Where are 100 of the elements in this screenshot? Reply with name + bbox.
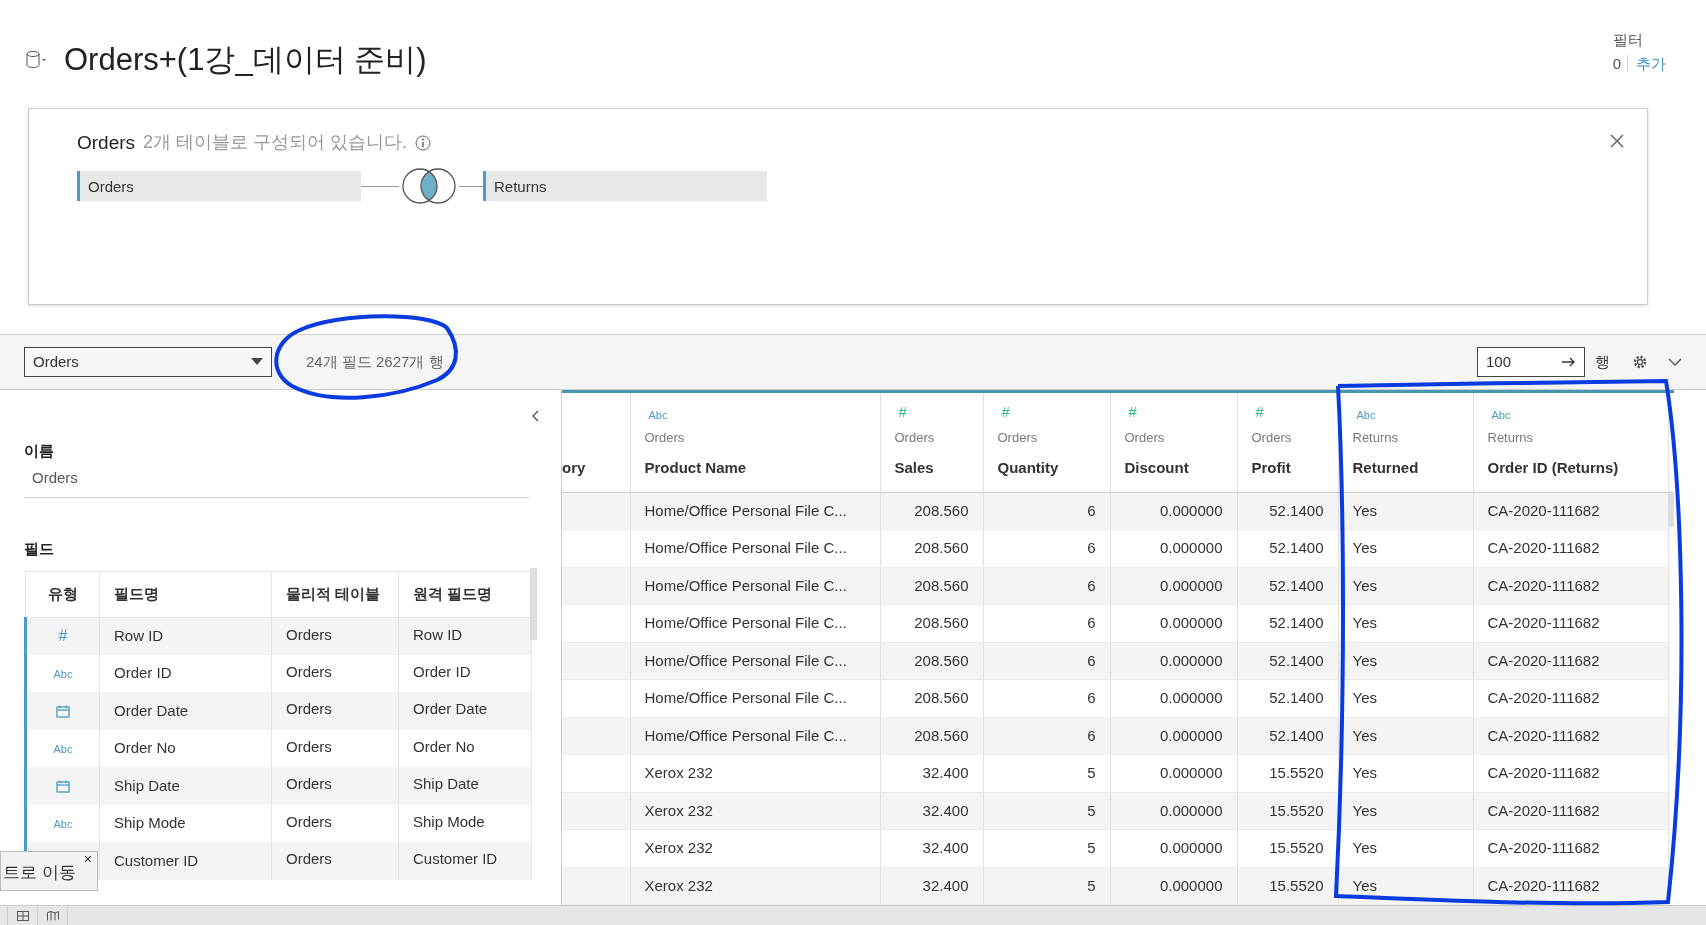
table-cell: Xerox 232 — [630, 829, 880, 868]
table-cell: Yes — [1338, 492, 1473, 530]
column-header[interactable]: 물리적 테이블 — [271, 571, 399, 618]
table-cell: CA-2020-111682 — [1473, 829, 1668, 868]
name-label: 이름 — [24, 441, 55, 462]
column-header[interactable]: ory — [562, 457, 630, 480]
table-cell: 15.5520 — [1237, 829, 1338, 868]
table-cell: 6 — [983, 567, 1110, 605]
source-label: Orders — [1124, 428, 1166, 447]
table-cell: Order Date — [99, 692, 272, 730]
table-cell: 6 — [983, 717, 1110, 755]
table-cell: CA-2020-111682 — [1473, 567, 1668, 605]
arrow-icon[interactable] — [1562, 357, 1576, 368]
table-cell: 32.400 — [880, 792, 983, 830]
table-cell: Yes — [1338, 679, 1473, 718]
add-filter-link[interactable]: 추가 — [1627, 55, 1666, 72]
close-icon[interactable] — [1609, 132, 1625, 149]
info-icon[interactable] — [415, 135, 432, 151]
table-cell: 52.1400 — [1237, 717, 1338, 755]
table-cell: Order Date — [398, 692, 532, 730]
table-cell: Yes — [1338, 717, 1473, 755]
table-cell: CA-2020-111682 — [1473, 792, 1668, 830]
table-cell: Xerox 232 — [630, 754, 880, 793]
column-header[interactable]: Order ID (Returns) — [1487, 457, 1654, 480]
chevron-icon[interactable] — [1668, 358, 1682, 367]
database-icon[interactable] — [26, 49, 48, 70]
column-header[interactable]: 유형 — [25, 571, 100, 618]
type-label: # — [1254, 402, 1264, 423]
column-header[interactable]: Profit — [1251, 457, 1324, 480]
table-cell: CA-2020-111682 — [1473, 717, 1668, 755]
table-cell: Home/Office Personal File C... — [630, 679, 880, 718]
table-cell: 0.000000 — [1110, 529, 1237, 568]
collapse-icon[interactable] — [531, 410, 539, 423]
field-row-count: 24개 필드 2627개 행 — [306, 351, 444, 372]
column-header[interactable]: Quantity — [997, 457, 1096, 480]
column-header[interactable]: 필드명 — [99, 571, 272, 618]
map-icon[interactable] — [46, 910, 59, 921]
table-cell: CA-2020-111682 — [1473, 604, 1668, 643]
table-cell: 15.5520 — [1237, 754, 1338, 793]
caret-icon — [251, 358, 263, 367]
type-label: # — [1127, 402, 1137, 423]
table-node[interactable]: Orders — [77, 171, 361, 202]
table-cell: 52.1400 — [1237, 529, 1338, 568]
table-cell: 32.400 — [880, 829, 983, 868]
table-cell: Row ID — [398, 617, 532, 655]
table-cell: 0.000000 — [1110, 642, 1237, 680]
table-cell: CA-2020-111682 — [1473, 642, 1668, 680]
table-cell: Home/Office Personal File C... — [630, 529, 880, 568]
join-icon[interactable] — [399, 167, 459, 206]
grid-icon[interactable] — [16, 910, 29, 921]
table-cell: 0.000000 — [1110, 867, 1237, 905]
column-header[interactable]: Sales — [894, 457, 969, 480]
table-cell: 52.1400 — [1237, 642, 1338, 680]
source-label: Returns — [1352, 428, 1400, 447]
table-cell: 5 — [983, 829, 1110, 868]
source-label: Orders — [1251, 428, 1293, 447]
filter-label: 필터 — [1612, 30, 1644, 50]
table-cell: 6 — [983, 492, 1110, 530]
column-header[interactable]: Returned — [1352, 457, 1459, 480]
table-node[interactable]: Returns — [483, 171, 767, 202]
table-cell: 208.560 — [880, 679, 983, 718]
source-label: Orders — [644, 428, 686, 447]
table-cell: Customer ID — [398, 842, 532, 880]
table-cell: Yes — [1338, 529, 1473, 568]
row-limit-field[interactable]: 100 — [1477, 347, 1585, 378]
table-cell: Yes — [1338, 829, 1473, 868]
table-cell: Yes — [1338, 567, 1473, 605]
table-cell: 32.400 — [880, 754, 983, 793]
table-cell: Yes — [1338, 604, 1473, 643]
column-header[interactable]: Product Name — [644, 457, 866, 480]
settings-icon[interactable] — [1632, 354, 1648, 371]
table-cell: 32.400 — [880, 867, 983, 905]
table-cell: 6 — [983, 679, 1110, 718]
table-cell: Xerox 232 — [630, 867, 880, 905]
table-cell: Row ID — [99, 617, 272, 655]
toast-text: 트로 이동 — [3, 863, 76, 883]
table-cell: 0.000000 — [1110, 717, 1237, 755]
table-cell: 15.5520 — [1237, 867, 1338, 905]
fields-label: 필드 — [24, 539, 55, 560]
table-cell: 5 — [983, 754, 1110, 793]
close-button[interactable]: × — [83, 852, 92, 867]
table-cell: 208.560 — [880, 604, 983, 643]
table-cell: 5 — [983, 867, 1110, 905]
table-cell: Orders — [271, 842, 399, 880]
table-cell: Orders — [271, 617, 399, 655]
table-dropdown[interactable]: Orders — [24, 347, 272, 378]
table-title: Orders — [77, 130, 136, 155]
type-label: Abc — [53, 668, 73, 681]
table-description: 2개 테이블로 구성되어 있습니다. — [143, 131, 408, 155]
table-cell: CA-2020-111682 — [1473, 529, 1668, 568]
table-cell: Home/Office Personal File C... — [630, 492, 880, 530]
column-header[interactable]: Discount — [1124, 457, 1223, 480]
table-cell: 0.000000 — [1110, 604, 1237, 643]
type-label: Abc — [53, 743, 73, 756]
table-cell: Xerox 232 — [630, 792, 880, 830]
table-cell: 208.560 — [880, 529, 983, 568]
type-label: # — [1000, 402, 1010, 423]
type-label: Abc — [53, 818, 73, 831]
type-label: # — [58, 627, 68, 645]
table-cell: Yes — [1338, 642, 1473, 680]
